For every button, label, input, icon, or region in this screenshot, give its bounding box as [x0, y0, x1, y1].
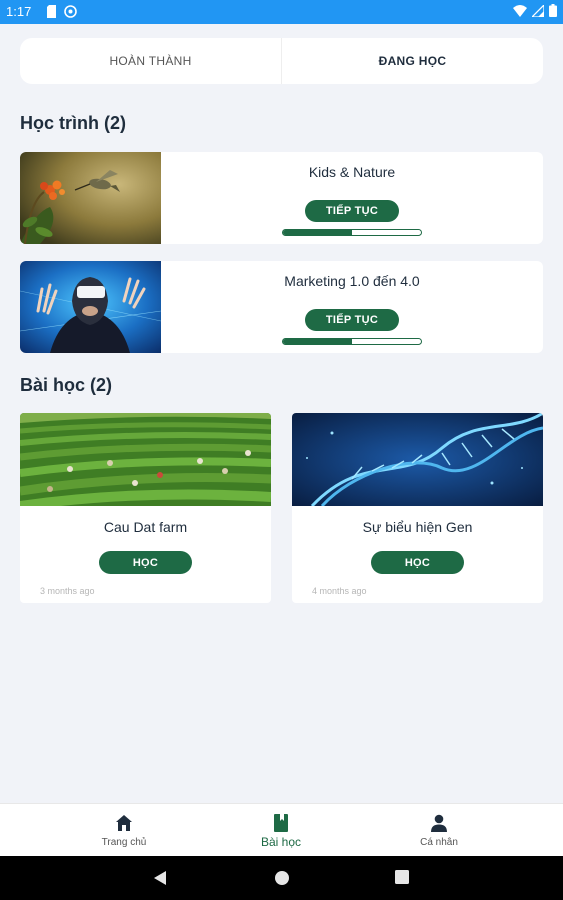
- wifi-icon: [513, 4, 527, 17]
- lesson-timestamp: 4 months ago: [312, 586, 367, 596]
- progress-fill: [283, 230, 352, 235]
- signal-icon: [532, 4, 544, 17]
- person-icon: [431, 814, 447, 832]
- lesson-thumbnail-dna: [292, 413, 543, 506]
- course-thumbnail-vr-headset: [20, 261, 161, 353]
- course-card[interactable]: Kids & Nature TIẾP TỤC: [20, 152, 543, 244]
- nav-profile[interactable]: Cá nhân: [379, 804, 499, 857]
- sd-card-icon: [47, 5, 56, 18]
- course-thumbnail-hummingbird: [20, 152, 161, 244]
- tab-completed[interactable]: HOÀN THÀNH: [20, 38, 282, 84]
- status-bar: 1:17: [0, 0, 563, 24]
- book-icon: [274, 814, 288, 832]
- learn-button[interactable]: HỌC: [99, 551, 192, 574]
- back-icon[interactable]: [152, 870, 168, 886]
- bottom-navigation: Trang chủ Bài học Cá nhân: [0, 803, 563, 856]
- continue-button[interactable]: TIẾP TỤC: [305, 200, 399, 222]
- lesson-card[interactable]: Sự biểu hiện Gen HỌC 4 months ago: [292, 413, 543, 603]
- nav-lessons[interactable]: Bài học: [221, 804, 341, 857]
- nav-lessons-label: Bài học: [260, 835, 302, 849]
- tab-in-progress[interactable]: ĐANG HỌC: [282, 38, 543, 84]
- continue-button[interactable]: TIẾP TỤC: [305, 309, 399, 331]
- learn-button[interactable]: HỌC: [371, 551, 464, 574]
- lesson-thumbnail-tea-farm: [20, 413, 271, 506]
- progress-fill: [283, 339, 352, 344]
- home-circle-icon[interactable]: [274, 870, 290, 886]
- system-navigation-bar: [0, 856, 563, 900]
- progress-bar: [282, 338, 422, 345]
- lesson-card[interactable]: Cau Dat farm HỌC 3 months ago: [20, 413, 271, 603]
- lesson-title: Cau Dat farm: [103, 519, 188, 535]
- sync-icon: [64, 5, 77, 18]
- recents-icon[interactable]: [395, 870, 409, 884]
- nav-home-label: Trang chủ: [101, 837, 147, 848]
- lesson-timestamp: 3 months ago: [40, 586, 95, 596]
- progress-bar: [282, 229, 422, 236]
- lessons-heading: Bài học (2): [20, 375, 113, 395]
- nav-home[interactable]: Trang chủ: [64, 804, 184, 857]
- course-card[interactable]: Marketing 1.0 đến 4.0 TIẾP TỤC: [20, 261, 543, 353]
- nav-profile-label: Cá nhân: [420, 837, 458, 848]
- status-time: 1:17: [6, 4, 32, 19]
- tab-bar: HOÀN THÀNH ĐANG HỌC: [20, 38, 543, 84]
- course-title: Marketing 1.0 đến 4.0: [284, 273, 420, 289]
- course-title: Kids & Nature: [308, 164, 396, 180]
- courses-heading: Học trình (2): [20, 113, 126, 133]
- lesson-title: Sự biểu hiện Gen: [362, 519, 473, 535]
- home-icon: [116, 815, 132, 831]
- battery-icon: [549, 4, 557, 17]
